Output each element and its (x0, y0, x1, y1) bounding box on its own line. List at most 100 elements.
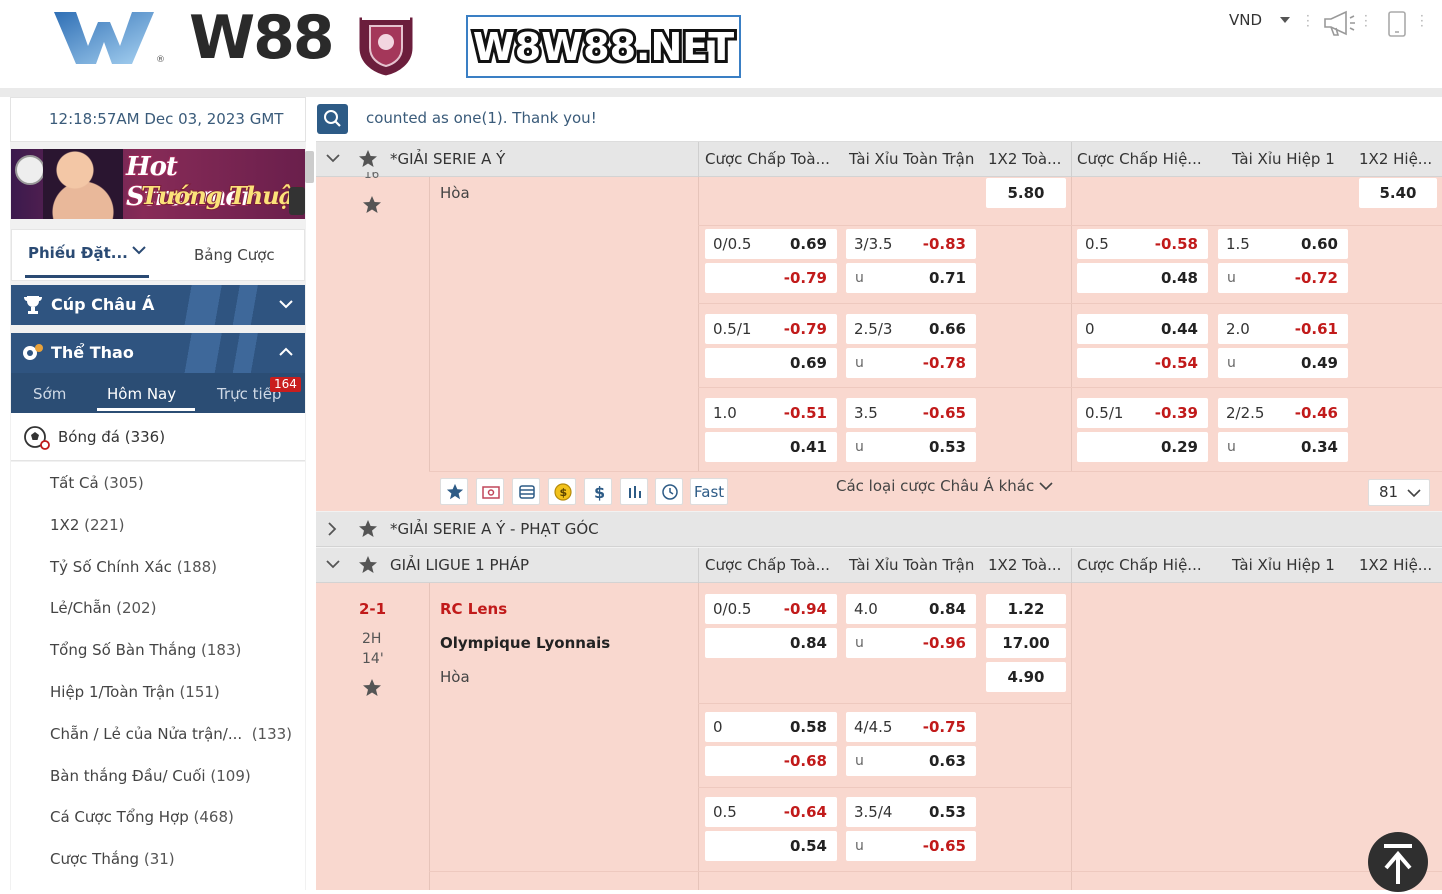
row-divider (698, 303, 1442, 304)
odds-h1-handicap-away[interactable]: 0.48 (1077, 263, 1208, 293)
odds-1x2-draw[interactable]: 5.80 (986, 178, 1066, 208)
odds-over[interactable]: 3/3.5 -0.83 (846, 229, 976, 259)
odds-h1-under[interactable]: u -0.72 (1218, 263, 1348, 293)
favorite-star-icon[interactable] (358, 149, 378, 169)
odds-handicap-home[interactable]: 0/0.5 0.69 (705, 229, 837, 259)
odds-over[interactable]: 4.0 0.84 (846, 594, 976, 624)
col-1x2-ft: 1X2 Toà... (988, 150, 1062, 168)
menu-item[interactable]: Hiệp 1/Toàn Trận (151) (50, 683, 220, 701)
menu-item[interactable]: Tổng Số Bàn Thắng (183) (50, 641, 241, 659)
odds-over[interactable]: 3.5/4 0.53 (846, 797, 976, 827)
currency-selector[interactable]: VND (1229, 11, 1262, 29)
odds-under[interactable]: u 0.71 (846, 263, 976, 293)
chevron-down-icon[interactable] (279, 299, 293, 309)
odds-1x2-draw[interactable]: 4.90 (986, 662, 1066, 692)
chevron-down-icon[interactable] (326, 558, 340, 570)
megaphone-icon[interactable] (1322, 9, 1356, 37)
mobile-phone-icon[interactable] (1386, 10, 1408, 38)
league-header-serie-a[interactable]: *GIẢI SERIE A Ý Cược Chấp Toà... Tài Xỉu… (316, 142, 1442, 177)
cashout-button[interactable]: $ (548, 478, 576, 505)
chart-button[interactable] (620, 478, 648, 505)
scroll-to-top-button[interactable] (1368, 832, 1428, 892)
odds-h1-over[interactable]: 1.5 0.60 (1218, 229, 1348, 259)
odds-h1-handicap-home[interactable]: 0.5 -0.58 (1077, 229, 1208, 259)
row-divider (698, 787, 1071, 788)
odds-handicap-away[interactable]: 0.84 (705, 628, 837, 658)
odds-h1-handicap-away[interactable]: 0.29 (1077, 432, 1208, 462)
search-button[interactable] (317, 104, 348, 134)
menu-item[interactable]: Tất Cả (305) (50, 474, 144, 492)
menu-item[interactable]: Lẻ/Chẵn (202) (50, 599, 156, 617)
odds-handicap-away[interactable]: 0.41 (705, 432, 837, 462)
statistics-button[interactable] (512, 478, 540, 505)
hot-streamer-banner[interactable]: Hot Streamer Tướng Thuật (11, 149, 305, 219)
odds-handicap-away[interactable]: 0.54 (705, 831, 837, 861)
odds-under[interactable]: u -0.78 (846, 348, 976, 378)
tab-early[interactable]: Sớm (33, 385, 66, 403)
w88-logo-icon[interactable]: ® (54, 12, 169, 64)
menu-item[interactable]: Cá Cược Tổng Hợp (468) (50, 808, 234, 826)
favorite-star-icon[interactable] (358, 519, 378, 539)
menu-item[interactable]: Cược Thắng (31) (50, 850, 175, 868)
odds-h1-over[interactable]: 2.0 -0.61 (1218, 314, 1348, 344)
odds-under[interactable]: u -0.96 (846, 628, 976, 658)
odds-handicap-away[interactable]: 0.69 (705, 348, 837, 378)
chevron-down-icon[interactable] (132, 245, 146, 255)
menu-item[interactable]: Bàn thắng Đầu/ Cuối (109) (50, 767, 251, 785)
favorite-star-icon[interactable] (362, 195, 382, 215)
column-divider (698, 548, 699, 583)
odds-handicap-home[interactable]: 0/0.5 -0.94 (705, 594, 837, 624)
odds-1x2-away[interactable]: 17.00 (986, 628, 1066, 658)
odds-handicap-home[interactable]: 1.0 -0.51 (705, 398, 837, 428)
more-markets-count[interactable]: 81 (1368, 479, 1430, 506)
favorite-star-icon[interactable] (358, 555, 378, 575)
odds-handicap-home[interactable]: 0 0.58 (705, 712, 837, 742)
chevron-right-icon[interactable] (326, 522, 338, 536)
chevron-down-icon[interactable] (326, 152, 340, 164)
sport-soccer[interactable]: Bóng đá (336) (11, 413, 305, 461)
divider-dots-icon: · · · (1364, 9, 1368, 33)
odds-h1-handicap-away[interactable]: -0.54 (1077, 348, 1208, 378)
odds-button[interactable]: $ (584, 478, 612, 505)
fast-bet-button[interactable]: Fast (690, 478, 728, 505)
more-bet-types-dropdown[interactable]: Các loại cược Châu Á khác (836, 477, 1053, 495)
live-stream-button[interactable] (476, 478, 504, 505)
chevron-up-icon[interactable] (279, 347, 293, 357)
odds-handicap-away[interactable]: -0.79 (705, 263, 837, 293)
league-header-ligue-1[interactable]: GIẢI LIGUE 1 PHÁP Cược Chấp Toà... Tài X… (316, 548, 1442, 583)
odds-over[interactable]: 4/4.5 -0.75 (846, 712, 976, 742)
tab-today[interactable]: Hôm Nay (107, 385, 176, 403)
odds-handicap-away[interactable]: -0.68 (705, 746, 837, 776)
odds-h1-over[interactable]: 2/2.5 -0.46 (1218, 398, 1348, 428)
soccer-ball-icon (24, 426, 50, 450)
odds-h1-handicap-home[interactable]: 0.5/1 -0.39 (1077, 398, 1208, 428)
odds-under[interactable]: u -0.65 (846, 831, 976, 861)
odds-h1-under[interactable]: u 0.49 (1218, 348, 1348, 378)
menu-item[interactable]: Chẵn / Lẻ của Nửa trận/... (133) (50, 725, 292, 743)
microphone-icon (289, 187, 305, 215)
odds-handicap-home[interactable]: 0.5 -0.64 (705, 797, 837, 827)
odds-h1-under[interactable]: u 0.34 (1218, 432, 1348, 462)
col-handicap-h1: Cược Chấp Hiệ... (1077, 556, 1202, 574)
tab-bet-board[interactable]: Bảng Cược (194, 246, 275, 264)
currency-caret-icon[interactable] (1280, 17, 1290, 23)
odds-under[interactable]: u 0.53 (846, 432, 976, 462)
odds-h1-handicap-home[interactable]: 0 0.44 (1077, 314, 1208, 344)
menu-item[interactable]: 1X2 (221) (50, 516, 125, 534)
league-header-serie-a-corners[interactable]: *GIẢI SERIE A Ý - PHẠT GÓC (316, 512, 1442, 547)
odds-handicap-home[interactable]: 0.5/1 -0.79 (705, 314, 837, 344)
odds-over[interactable]: 3.5 -0.65 (846, 398, 976, 428)
asian-cup-accordion[interactable]: Cúp Châu Á (11, 285, 305, 325)
odds-under[interactable]: u 0.63 (846, 746, 976, 776)
history-button[interactable] (655, 478, 683, 505)
odds-1x2-home[interactable]: 1.22 (986, 594, 1066, 624)
sports-accordion[interactable]: Thể Thao (11, 333, 305, 373)
row-divider (698, 703, 1071, 704)
menu-item[interactable]: Tỷ Số Chính Xác (188) (50, 558, 217, 576)
favorite-button[interactable] (440, 478, 468, 505)
favorite-star-icon[interactable] (362, 678, 382, 698)
odds-over[interactable]: 2.5/3 0.66 (846, 314, 976, 344)
tab-bet-slip[interactable]: Phiếu Đặt... (28, 244, 128, 262)
odds-1x2-h1-draw[interactable]: 5.40 (1359, 178, 1437, 208)
banner-scrollbar[interactable] (305, 151, 314, 183)
